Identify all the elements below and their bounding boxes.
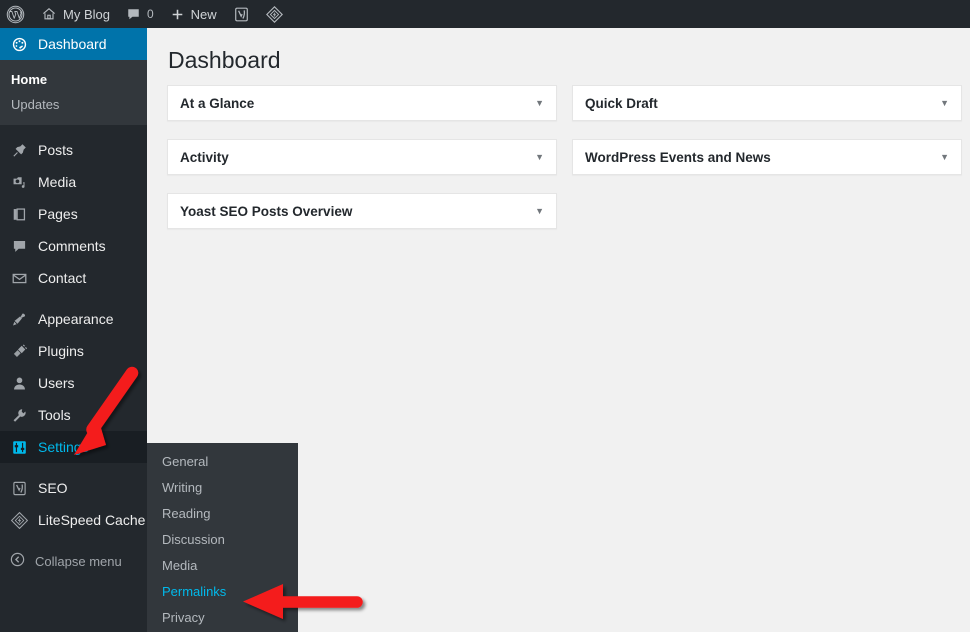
widget-title: WordPress Events and News <box>585 149 771 165</box>
pages-icon <box>9 204 29 224</box>
widget-title: Yoast SEO Posts Overview <box>180 203 353 219</box>
chevron-down-icon[interactable]: ▼ <box>940 152 949 162</box>
flyout-item-permalinks[interactable]: Permalinks <box>147 579 298 605</box>
adminbar-new-label: New <box>190 6 217 22</box>
chevron-down-icon[interactable]: ▼ <box>535 152 544 162</box>
chevron-down-icon[interactable]: ▼ <box>535 206 544 216</box>
yoast-icon <box>9 478 29 498</box>
sidebar-item-tools-label: Tools <box>38 407 71 423</box>
sidebar-item-contact[interactable]: Contact <box>0 262 147 294</box>
wordpress-icon <box>6 5 25 24</box>
sidebar-item-seo-label: SEO <box>38 480 68 496</box>
admin-sidebar: Dashboard Home Updates Posts Media Pages… <box>0 28 155 632</box>
sidebar-item-contact-label: Contact <box>38 270 87 286</box>
sidebar-item-dashboard[interactable]: Dashboard <box>0 28 155 60</box>
yoast-icon <box>233 6 250 23</box>
sidebar-item-users[interactable]: Users <box>0 367 147 399</box>
sidebar-item-tools[interactable]: Tools <box>0 399 147 431</box>
sidebar-item-settings[interactable]: Settings <box>0 431 155 463</box>
adminbar-wp-logo[interactable] <box>0 0 33 28</box>
chevron-down-icon[interactable]: ▼ <box>940 98 949 108</box>
settings-flyout-submenu: General Writing Reading Discussion Media… <box>147 443 298 632</box>
litespeed-diamond-icon <box>9 510 29 530</box>
adminbar-yoast-seo[interactable] <box>225 0 258 28</box>
comment-bubble-icon <box>126 7 141 22</box>
sidebar-item-plugins[interactable]: Plugins <box>0 335 147 367</box>
adminbar-comments[interactable]: 0 <box>118 0 162 28</box>
plug-icon <box>9 341 29 361</box>
flyout-item-general[interactable]: General <box>147 449 298 475</box>
collapse-menu-label: Collapse menu <box>35 553 122 569</box>
dashboard-gauge-icon <box>9 34 29 54</box>
flyout-item-discussion[interactable]: Discussion <box>147 527 298 553</box>
widget-title: Activity <box>180 149 229 165</box>
sidebar-item-media[interactable]: Media <box>0 166 147 198</box>
sidebar-item-appearance[interactable]: Appearance <box>0 303 147 335</box>
widget-wordpress-events-and-news[interactable]: WordPress Events and News ▼ <box>572 139 962 175</box>
sidebar-separator-2 <box>0 294 147 303</box>
wrench-icon <box>9 405 29 425</box>
sidebar-item-posts[interactable]: Posts <box>0 134 147 166</box>
widget-quick-draft[interactable]: Quick Draft ▼ <box>572 85 962 121</box>
sidebar-item-comments-label: Comments <box>38 238 106 254</box>
flyout-item-reading[interactable]: Reading <box>147 501 298 527</box>
widget-at-a-glance[interactable]: At a Glance ▼ <box>167 85 557 121</box>
sidebar-item-litespeed-cache[interactable]: LiteSpeed Cache <box>0 504 147 536</box>
widget-activity[interactable]: Activity ▼ <box>167 139 557 175</box>
sidebar-submenu-dashboard: Home Updates <box>0 60 147 125</box>
adminbar-comment-count: 0 <box>146 7 154 21</box>
widget-title: At a Glance <box>180 95 255 111</box>
flyout-item-privacy[interactable]: Privacy <box>147 605 298 631</box>
sidebar-item-posts-label: Posts <box>38 142 74 158</box>
sidebar-item-pages-label: Pages <box>38 206 78 222</box>
page-title: Dashboard <box>168 47 281 73</box>
home-icon <box>41 6 57 22</box>
sidebar-item-users-label: Users <box>38 375 75 391</box>
wordpress-admin-screen: My Blog 0 New Dashboard Home Updates Pos… <box>0 0 970 632</box>
widget-yoast-seo-posts-overview[interactable]: Yoast SEO Posts Overview ▼ <box>167 193 557 229</box>
flyout-item-writing[interactable]: Writing <box>147 475 298 501</box>
pin-icon <box>9 140 29 160</box>
envelope-icon <box>9 268 29 288</box>
collapse-menu-button[interactable]: Collapse menu <box>0 545 147 577</box>
adminbar-site-name-label: My Blog <box>63 6 110 22</box>
sidebar-item-pages[interactable]: Pages <box>0 198 147 230</box>
collapse-arrow-icon <box>9 551 26 571</box>
sidebar-item-comments[interactable]: Comments <box>0 230 147 262</box>
sidebar-item-settings-label: Settings <box>38 439 89 455</box>
widget-title: Quick Draft <box>585 95 658 111</box>
sidebar-separator-1 <box>0 125 147 134</box>
plus-icon <box>170 7 185 22</box>
sidebar-item-plugins-label: Plugins <box>38 343 84 359</box>
sidebar-item-dashboard-label: Dashboard <box>38 36 107 52</box>
media-camera-icon <box>9 172 29 192</box>
paintbrush-icon <box>9 309 29 329</box>
adminbar-litespeed-cache[interactable] <box>258 0 291 28</box>
sidebar-item-seo[interactable]: SEO <box>0 472 147 504</box>
litespeed-diamond-icon <box>265 5 283 23</box>
sidebar-subitem-updates[interactable]: Updates <box>0 92 147 117</box>
flyout-item-media[interactable]: Media <box>147 553 298 579</box>
adminbar-new-content[interactable]: New <box>162 0 225 28</box>
sidebar-separator-3 <box>0 463 147 472</box>
comment-bubble-icon <box>9 236 29 256</box>
settings-sliders-icon <box>9 437 29 457</box>
sidebar-item-media-label: Media <box>38 174 77 190</box>
sidebar-subitem-home[interactable]: Home <box>0 67 147 92</box>
sidebar-item-appearance-label: Appearance <box>38 311 114 327</box>
sidebar-item-litespeed-label: LiteSpeed Cache <box>38 512 146 528</box>
adminbar-site-name[interactable]: My Blog <box>33 0 118 28</box>
chevron-down-icon[interactable]: ▼ <box>535 98 544 108</box>
admin-bar: My Blog 0 New <box>0 0 970 28</box>
sidebar-separator-4 <box>0 536 147 545</box>
user-icon <box>9 373 29 393</box>
